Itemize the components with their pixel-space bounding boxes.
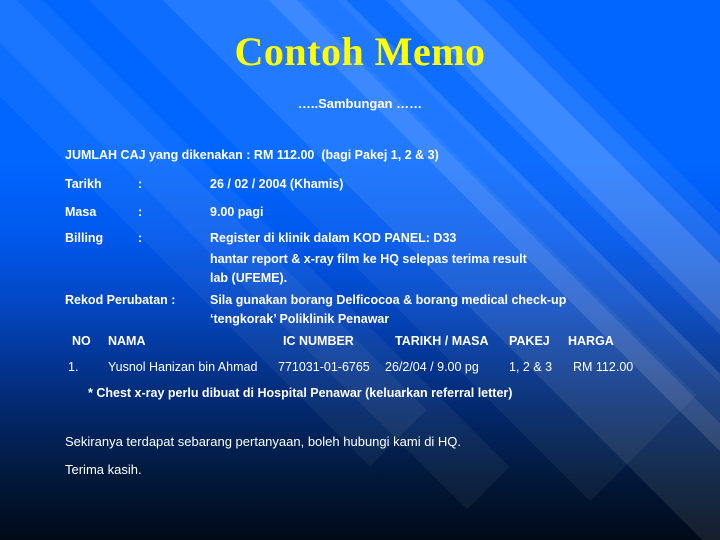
charge-summary-line: JUMLAH CAJ yang dikenakan : RM 112.00 (b…: [65, 148, 439, 162]
closing-line-1: Sekiranya terdapat sebarang pertanyaan, …: [65, 434, 462, 449]
table-header-tarikh-masa: TARIKH / MASA: [395, 334, 489, 348]
detail-value-masa: 9.00 pagi: [210, 205, 264, 219]
detail-value-tarikh: 26 / 02 / 2004 (Khamis): [210, 177, 344, 191]
table-header-pakej: PAKEJ: [509, 334, 550, 348]
detail-label-tarikh: Tarikh: [65, 177, 102, 191]
detail-sep-masa: :: [138, 205, 143, 219]
billing-continuation-line-2: lab (UFEME).: [210, 271, 288, 285]
table-header-nama: NAMA: [108, 334, 146, 348]
table-header-harga: HARGA: [568, 334, 614, 348]
table-row: 1.: [68, 360, 79, 374]
table-row: RM 112.00: [573, 360, 634, 374]
footnote: * Chest x-ray perlu dibuat di Hospital P…: [88, 386, 513, 400]
table-header-no: NO: [72, 334, 91, 348]
detail-sep-billing: :: [138, 231, 143, 245]
subtitle: …..Sambungan ……: [297, 96, 423, 111]
rekod-perubatan-line-2: ‘tengkorak’ Poliklinik Penawar: [210, 312, 390, 326]
slide-content: Contoh Memo …..Sambungan …… JUMLAH CAJ y…: [0, 0, 720, 540]
table-row: 1, 2 & 3: [509, 360, 553, 374]
page-title: Contoh Memo: [234, 29, 486, 74]
detail-sep-tarikh: :: [138, 177, 143, 191]
detail-value-billing: Register di klinik dalam KOD PANEL: D33: [210, 231, 457, 245]
detail-label-billing: Billing: [65, 231, 104, 245]
billing-continuation-line-1: hantar report & x-ray film ke HQ selepas…: [210, 252, 527, 266]
table-header-ic-number: IC NUMBER: [283, 334, 354, 348]
rekod-perubatan-line-1: Sila gunakan borang Delficocoa & borang …: [210, 293, 567, 307]
slide-canvas: Contoh Memo …..Sambungan …… JUMLAH CAJ y…: [0, 0, 720, 540]
rekod-perubatan-label: Rekod Perubatan :: [65, 293, 176, 307]
table-row: Yusnol Hanizan bin Ahmad: [108, 360, 258, 374]
table-row: 771031-01-6765: [278, 360, 370, 374]
closing-line-2: Terima kasih.: [65, 462, 142, 477]
table-row: 26/2/04 / 9.00 pg: [385, 360, 479, 374]
detail-label-masa: Masa: [65, 205, 97, 219]
